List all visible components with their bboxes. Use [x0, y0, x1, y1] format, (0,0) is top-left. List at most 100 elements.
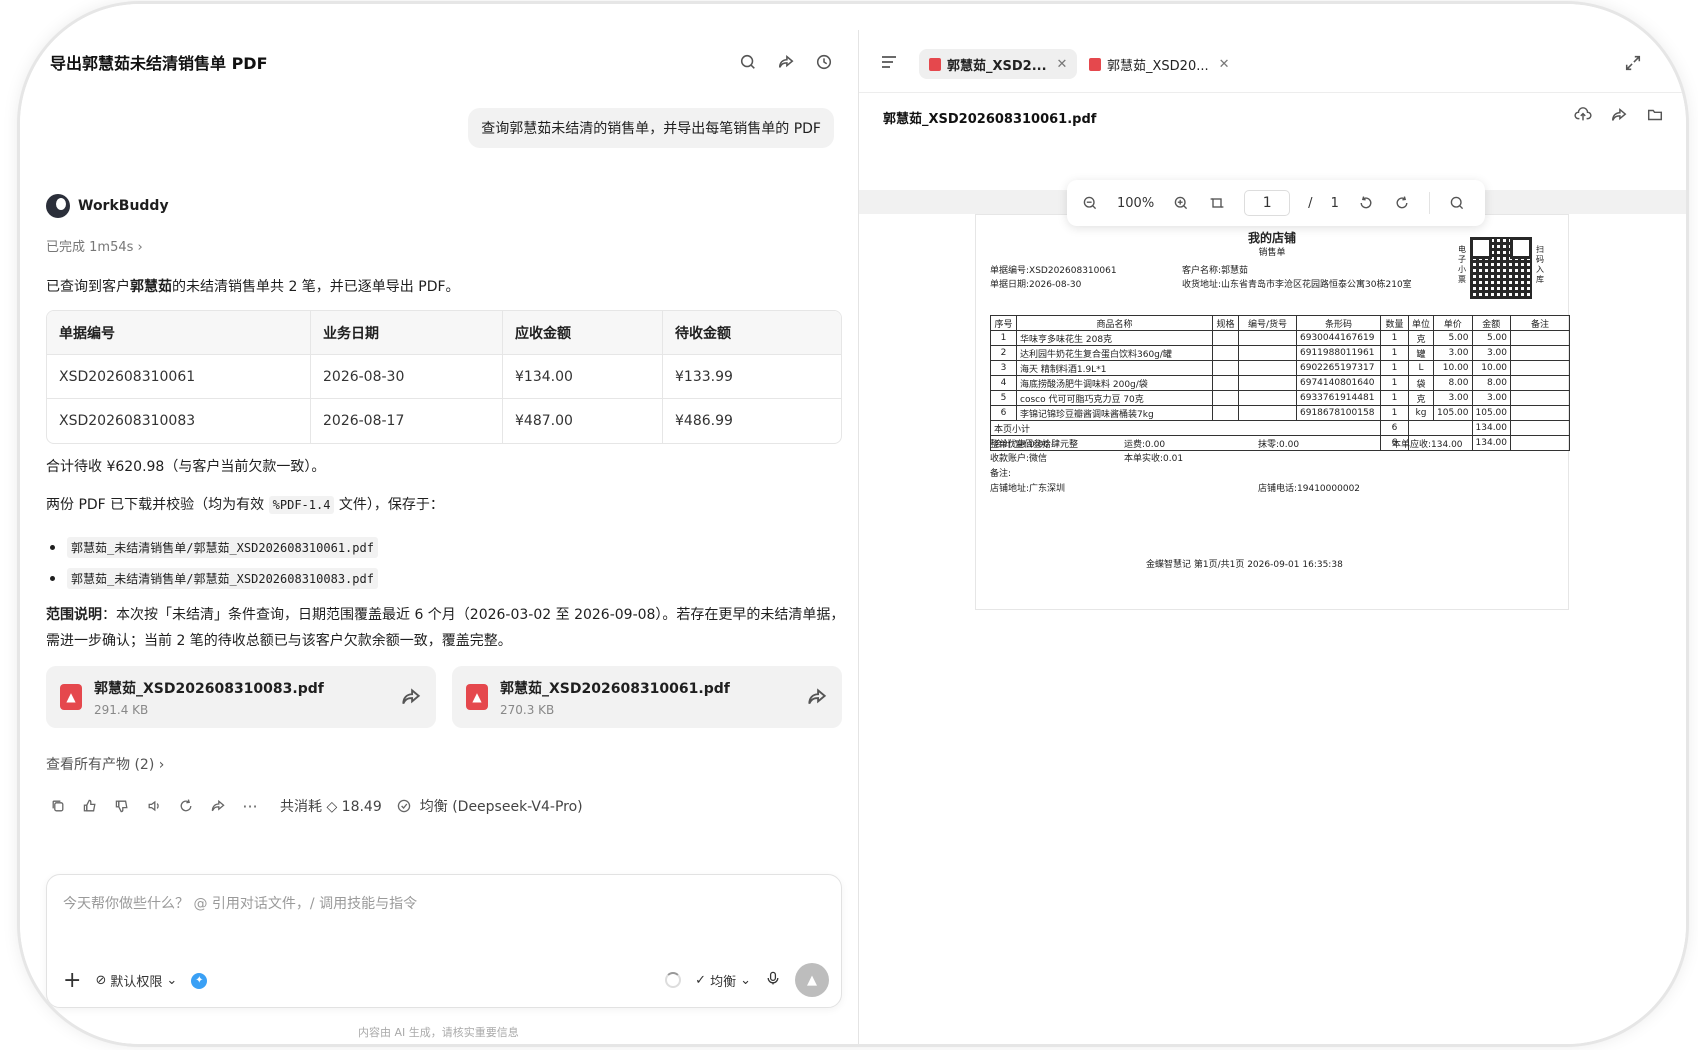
rotate-left-icon[interactable]: [1357, 194, 1375, 212]
page-input[interactable]: 1: [1244, 190, 1291, 216]
share-icon[interactable]: [806, 686, 828, 708]
chat-input[interactable]: 今天帮你做些什么？ @ 引用对话文件，/ 调用技能与指令: [63, 893, 417, 913]
mode-label: 均衡: [710, 974, 737, 990]
table-cell: [1212, 345, 1239, 361]
table-cell: 1: [1380, 405, 1409, 421]
table-cell: [1238, 345, 1297, 361]
tab-file-2[interactable]: 郭慧茹_XSD20... ✕: [1079, 49, 1240, 79]
send-button[interactable]: ▲: [795, 963, 829, 997]
table-cell: ¥487.00: [503, 399, 663, 443]
search-icon[interactable]: [1448, 194, 1466, 212]
pdf-page: 我的店铺 销售单 单据编号:XSD202608310061 单据日期:2026-…: [975, 214, 1570, 610]
speaker-icon[interactable]: [144, 796, 164, 816]
more-icon[interactable]: ···: [240, 796, 260, 816]
menu-icon[interactable]: [879, 52, 899, 72]
table-row: 1 华味亨多味花生 208克 6930044167619 1 克 5.00 5.00: [990, 330, 1570, 346]
copy-icon[interactable]: [48, 796, 68, 816]
pdf-toolbar: 100% 1 / 1: [1067, 180, 1485, 226]
check-circle-icon: [394, 796, 414, 816]
qr-left-label: 电子小票: [1458, 245, 1466, 284]
viewer-header-divider: [859, 92, 1686, 93]
view-all-outputs-link[interactable]: 查看所有产物 (2) ›: [46, 754, 164, 774]
permission-label: 默认权限: [110, 975, 163, 990]
check-circle-icon: ✓: [695, 972, 707, 988]
table-cell: [1212, 390, 1239, 406]
chat-input-box[interactable]: 今天帮你做些什么？ @ 引用对话文件，/ 调用技能与指令 + ⊘ 默认权限 ⌄ …: [46, 874, 842, 1008]
file-size: 270.3 KB: [500, 702, 555, 717]
tab-file-1[interactable]: 郭慧茹_XSD2... ✕: [919, 49, 1078, 79]
thumbs-down-icon[interactable]: [112, 796, 132, 816]
share-icon[interactable]: [1610, 106, 1630, 126]
table-cell: 5.00: [1471, 330, 1512, 346]
table-cell: [1212, 375, 1239, 391]
file-card[interactable]: ▲ 郭慧茹_XSD202608310083.pdf 291.4 KB: [46, 666, 436, 728]
thumbs-up-icon[interactable]: [80, 796, 100, 816]
share-icon[interactable]: [400, 686, 422, 708]
model-label: 均衡 (Deepseek-V4-Pro): [419, 799, 583, 815]
close-icon[interactable]: ✕: [1057, 57, 1068, 72]
zoom-in-icon[interactable]: [1172, 194, 1190, 212]
message-actions: ··· 共消耗 ◇ 18.49 均衡 (Deepseek-V4-Pro): [48, 796, 583, 816]
chevron-right-icon: ›: [158, 757, 165, 773]
table-cell: cosco 代可可脂巧克力豆 70克: [1016, 390, 1213, 406]
scope-label: 范围说明: [46, 607, 102, 623]
search-icon[interactable]: [736, 50, 760, 74]
table-cell: [1510, 360, 1570, 376]
table-cell: [1212, 405, 1239, 421]
viewer-actions: [1574, 106, 1666, 126]
run-status-text: 已完成 1m54s: [46, 240, 134, 255]
page-separator: /: [1308, 195, 1313, 211]
table-cell: 3.00: [1433, 390, 1473, 406]
table-cell: [1510, 345, 1570, 361]
refresh-icon[interactable]: [176, 796, 196, 816]
table-cell: 海天 精制料酒1.9L*1: [1016, 360, 1213, 376]
mode-dropdown[interactable]: ✓ 均衡 ⌄: [695, 971, 751, 990]
pdf-account: 收款账户:微信: [990, 454, 1048, 464]
table-cell: 2026-08-17: [311, 399, 503, 443]
table-header: 应收金额: [503, 311, 663, 355]
permission-dropdown[interactable]: ⊘ 默认权限 ⌄: [95, 971, 177, 990]
zoom-out-icon[interactable]: [1081, 194, 1099, 212]
ai-disclaimer: 内容由 AI 生成，请核实重要信息: [358, 1026, 519, 1039]
file-name: 郭慧茹_XSD202608310061.pdf: [500, 680, 730, 697]
tab-label: 郭慧茹_XSD2...: [947, 58, 1047, 74]
pdf-shop-tel: 店铺电话:19410000002: [1258, 484, 1361, 494]
add-icon[interactable]: +: [63, 968, 81, 993]
rotate-right-icon[interactable]: [1393, 194, 1411, 212]
file-card[interactable]: ▲ 郭慧茹_XSD202608310061.pdf 270.3 KB: [452, 666, 842, 728]
pdf-freight: 运费:0.00: [1124, 440, 1166, 450]
expand-icon[interactable]: [1624, 54, 1642, 72]
history-icon[interactable]: [812, 50, 836, 74]
chevron-down-icon: ⌄: [166, 973, 178, 988]
pdf-shop-address: 店铺地址:广东深圳: [990, 484, 1066, 494]
summary-suffix: 的未结清销售单共 2 笔，并已逐单导出 PDF。: [172, 279, 460, 295]
folder-icon[interactable]: [1646, 106, 1666, 126]
table-header: 商品名称: [1016, 315, 1213, 331]
run-status[interactable]: 已完成 1m54s ›: [46, 236, 143, 255]
file-info: 郭慧茹_XSD202608310083.pdf 291.4 KB: [94, 678, 400, 717]
table-cell: L: [1407, 360, 1435, 376]
saved-code: %PDF-1.4: [268, 496, 335, 514]
table-header: 业务日期: [311, 311, 503, 355]
pdf-file-icon: ▲: [60, 684, 82, 710]
saved-prefix: 两份 PDF 已下载并校验（均为有效: [46, 497, 265, 513]
zoom-level: 100%: [1117, 195, 1155, 211]
table-header: 单据编号: [47, 311, 311, 355]
view-all-outputs-text: 查看所有产物 (2): [46, 757, 155, 773]
upload-icon[interactable]: [1574, 106, 1594, 126]
table-header: 规格: [1212, 315, 1239, 331]
fit-page-icon[interactable]: [1208, 194, 1226, 212]
table-cell: 3: [990, 360, 1017, 376]
table-cell: 1: [1380, 375, 1409, 391]
skill-icon[interactable]: ✦: [191, 972, 208, 989]
table-cell: 1: [1380, 390, 1409, 406]
share-icon[interactable]: [774, 50, 798, 74]
microphone-icon[interactable]: [765, 970, 781, 990]
table-cell: [1212, 330, 1239, 346]
subtotal-row: 本页小计 6 134.00: [990, 420, 1570, 436]
app-window: 导出郭慧茹未结清销售单 PDF 查询郭慧茹未结清的销售单，并导出每笔销售单的 P…: [20, 4, 1686, 1044]
table-cell: [1212, 360, 1239, 376]
close-icon[interactable]: ✕: [1219, 57, 1230, 72]
share-icon[interactable]: [208, 796, 228, 816]
table-header: 条形码: [1296, 315, 1381, 331]
